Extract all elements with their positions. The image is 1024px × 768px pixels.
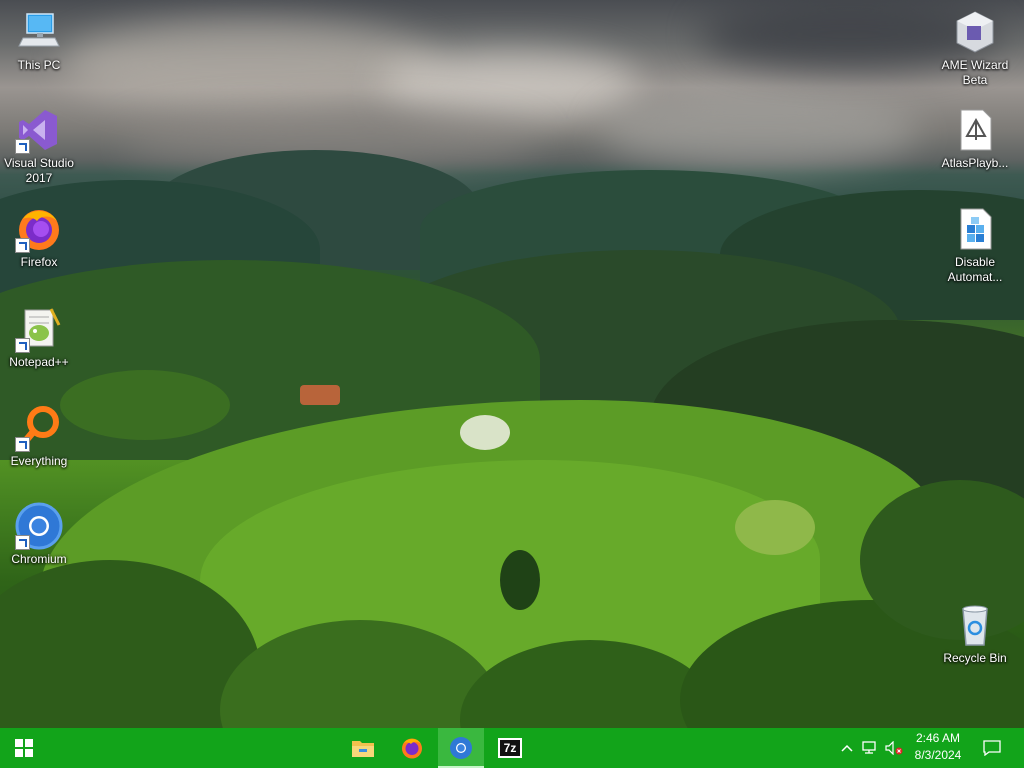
monitor-icon	[15, 8, 63, 56]
icon-label: Everything	[10, 454, 68, 468]
taskbar-clock[interactable]: 2:46 AM 8/3/2024	[908, 730, 968, 764]
icon-label: Chromium	[11, 552, 67, 566]
firefox-icon	[15, 205, 63, 253]
desktop-icon-ame-wizard[interactable]: AME Wizard Beta	[937, 8, 1013, 88]
icon-label: AME Wizard Beta	[941, 58, 1009, 87]
seven-zip-label: 7z	[503, 741, 517, 755]
file-explorer-icon	[352, 741, 374, 757]
recycle-bin-icon	[951, 601, 999, 649]
show-hidden-icons-button[interactable]	[838, 728, 856, 768]
desktop-icon-atlas-playbook[interactable]: AtlasPlayb...	[937, 106, 1013, 171]
clock-date: 8/3/2024	[914, 748, 962, 762]
desktop-icon-notepadpp[interactable]: Notepad++	[1, 305, 77, 370]
desktop-icon-recycle-bin[interactable]: Recycle Bin	[937, 601, 1013, 666]
notification-icon	[983, 740, 1001, 756]
desktop-icon-disable-automation[interactable]: Disable Automat...	[937, 205, 1013, 285]
ame-wizard-icon	[951, 8, 999, 56]
icon-label: Notepad++	[9, 355, 69, 369]
icon-label: Firefox	[20, 255, 58, 269]
chevron-up-icon	[841, 744, 853, 752]
icon-label: Recycle Bin	[943, 651, 1007, 665]
clock-time: 2:46 AM	[915, 731, 961, 745]
taskbar: 7z	[0, 728, 1024, 768]
desktop-icon-this-pc[interactable]: This PC	[1, 8, 77, 73]
desktop-icon-firefox[interactable]: Firefox	[1, 205, 77, 270]
disable-automation-icon	[951, 205, 999, 253]
icon-label: Disable Automat...	[947, 255, 1003, 284]
atlas-playbook-icon	[951, 106, 999, 154]
network-icon	[862, 741, 876, 754]
firefox-icon	[402, 738, 422, 759]
action-center-button[interactable]	[972, 728, 1012, 768]
visual-studio-icon	[15, 106, 63, 154]
notepadpp-icon	[15, 305, 63, 353]
everything-search-icon	[15, 404, 63, 452]
network-button[interactable]	[860, 728, 880, 768]
windows-logo-icon	[15, 739, 33, 757]
icon-label: AtlasPlayb...	[941, 156, 1009, 170]
chromium-icon	[15, 502, 63, 550]
taskbar-7zip[interactable]: 7z	[486, 728, 534, 768]
start-button[interactable]	[0, 728, 48, 768]
chromium-icon	[450, 737, 472, 759]
seven-zip-icon: 7z	[498, 738, 522, 758]
desktop-icon-visual-studio[interactable]: Visual Studio 2017	[1, 106, 77, 186]
taskbar-file-explorer[interactable]	[339, 728, 387, 768]
volume-muted-icon	[885, 741, 903, 755]
icon-label: This PC	[17, 58, 61, 72]
taskbar-chromium[interactable]	[438, 728, 484, 768]
desktop-wallpaper: This PC Visual Studio 2017 Firefox Notep…	[0, 0, 1024, 728]
taskbar-firefox[interactable]	[388, 728, 436, 768]
icon-label: Visual Studio 2017	[4, 156, 74, 185]
desktop-icon-chromium[interactable]: Chromium	[1, 502, 77, 567]
volume-button[interactable]	[884, 728, 904, 768]
desktop-icon-everything[interactable]: Everything	[1, 404, 77, 469]
